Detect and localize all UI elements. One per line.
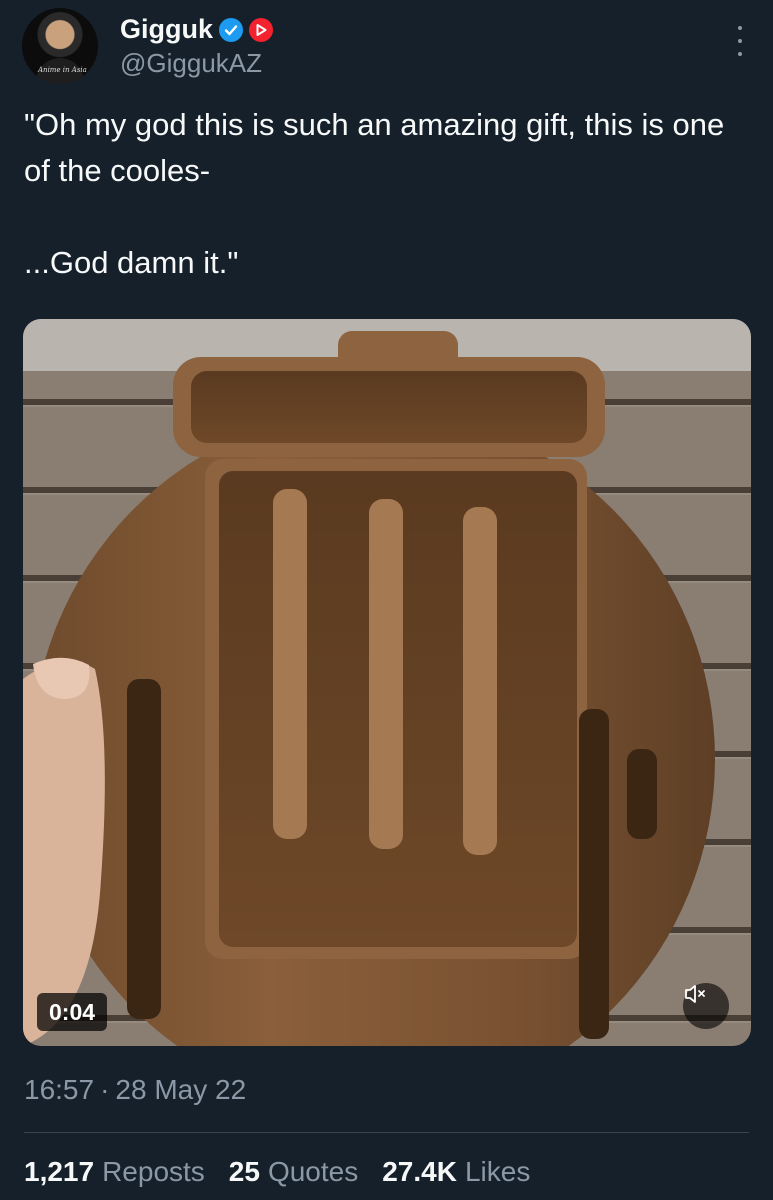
tweet-header: Anime in Asia Gigguk @GiggukAZ xyxy=(22,8,762,84)
video-player[interactable]: 0:04 xyxy=(23,319,751,1046)
divider xyxy=(24,1132,749,1133)
quotes-count: 25 xyxy=(228,1156,260,1187)
timestamp-separator: · xyxy=(100,1074,110,1105)
speaker-muted-icon[interactable] xyxy=(683,983,729,1029)
avatar[interactable]: Anime in Asia xyxy=(22,8,98,84)
video-duration: 0:04 xyxy=(37,993,108,1031)
author-handle[interactable]: @GiggukAZ xyxy=(120,48,262,79)
likes-label: Likes xyxy=(464,1156,531,1187)
tweet-time: 16:57 xyxy=(24,1074,95,1105)
verified-badge-icon[interactable] xyxy=(219,17,243,42)
reposts-count: 1,217 xyxy=(24,1156,95,1187)
tweet-date: 28 May 22 xyxy=(115,1074,247,1105)
more-options-icon[interactable] xyxy=(730,26,750,56)
quotes-label: Quotes xyxy=(267,1156,359,1187)
quotes-stat[interactable]: 25 Quotes xyxy=(229,1156,358,1188)
author-name-row: Gigguk xyxy=(120,14,273,45)
avatar-caption: Anime in Asia xyxy=(38,66,87,74)
reposts-stat[interactable]: 1,217 Reposts xyxy=(24,1156,205,1188)
tweet-timestamp[interactable]: 16:57 · 28 May 22 xyxy=(24,1074,246,1106)
engagement-stats: 1,217 Reposts 25 Quotes 27.4K Likes xyxy=(24,1156,530,1188)
video-frame xyxy=(23,319,751,1046)
reposts-label: Reposts xyxy=(102,1156,205,1187)
tweet-text: "Oh my god this is such an amazing gift,… xyxy=(24,107,725,280)
likes-count: 27.4K xyxy=(382,1156,457,1187)
likes-stat[interactable]: 27.4K Likes xyxy=(382,1156,530,1188)
affiliate-badge-icon[interactable] xyxy=(249,17,273,42)
author-name[interactable]: Gigguk xyxy=(120,14,213,45)
